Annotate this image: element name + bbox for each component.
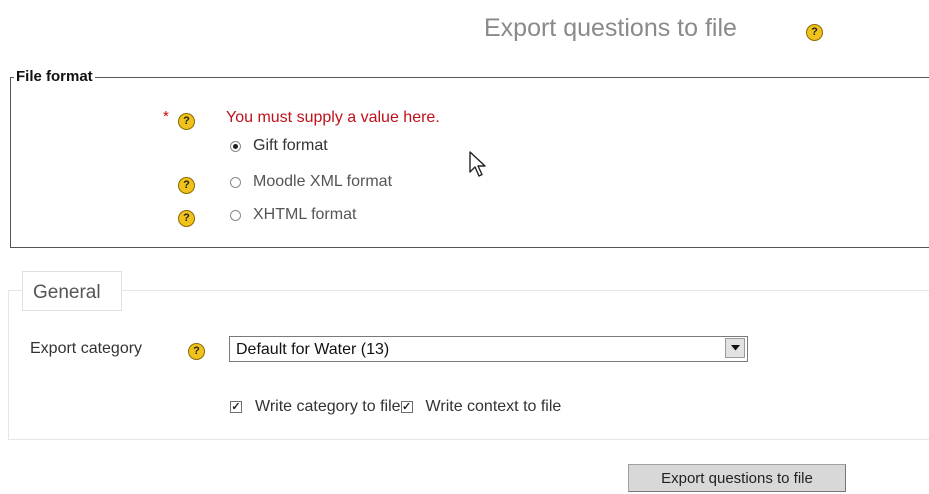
radio-label: XHTML format — [253, 206, 357, 223]
radio-xhtml-format[interactable]: XHTML format — [230, 206, 356, 224]
help-icon[interactable]: ? — [188, 343, 205, 360]
radio-label: Moodle XML format — [253, 173, 393, 190]
help-icon[interactable]: ? — [178, 177, 195, 194]
general-legend: General — [33, 282, 101, 303]
radio-gift-format[interactable]: Gift format — [230, 137, 328, 155]
write-category-label: Write category to file — [255, 398, 401, 415]
help-icon[interactable]: ? — [178, 113, 195, 130]
mouse-pointer-icon — [469, 151, 486, 177]
export-questions-button[interactable]: Export questions to file — [628, 464, 846, 492]
export-options-row: ✓ Write category to file ✓ Write context… — [230, 398, 561, 416]
error-message: You must supply a value here. — [226, 109, 440, 126]
help-icon[interactable]: ? — [806, 24, 823, 41]
file-format-legend: File format — [14, 68, 95, 85]
radio-button[interactable] — [230, 209, 241, 221]
radio-label: Gift format — [253, 137, 328, 154]
write-context-label: Write context to file — [425, 398, 562, 415]
chevron-down-icon[interactable] — [725, 338, 745, 358]
page-title: Export questions to file — [484, 14, 737, 42]
write-context-checkbox[interactable]: ✓ — [400, 401, 413, 413]
help-icon[interactable]: ? — [178, 210, 195, 227]
radio-button[interactable] — [230, 176, 241, 188]
export-category-label: Export category — [30, 340, 143, 357]
write-category-checkbox[interactable]: ✓ — [230, 401, 242, 413]
required-marker: * — [163, 108, 169, 125]
export-category-value[interactable]: Default for Water (13) — [236, 341, 389, 359]
radio-button[interactable] — [230, 140, 241, 152]
radio-moodle-xml-format[interactable]: Moodle XML format — [230, 173, 392, 191]
general-fieldset — [8, 290, 929, 440]
